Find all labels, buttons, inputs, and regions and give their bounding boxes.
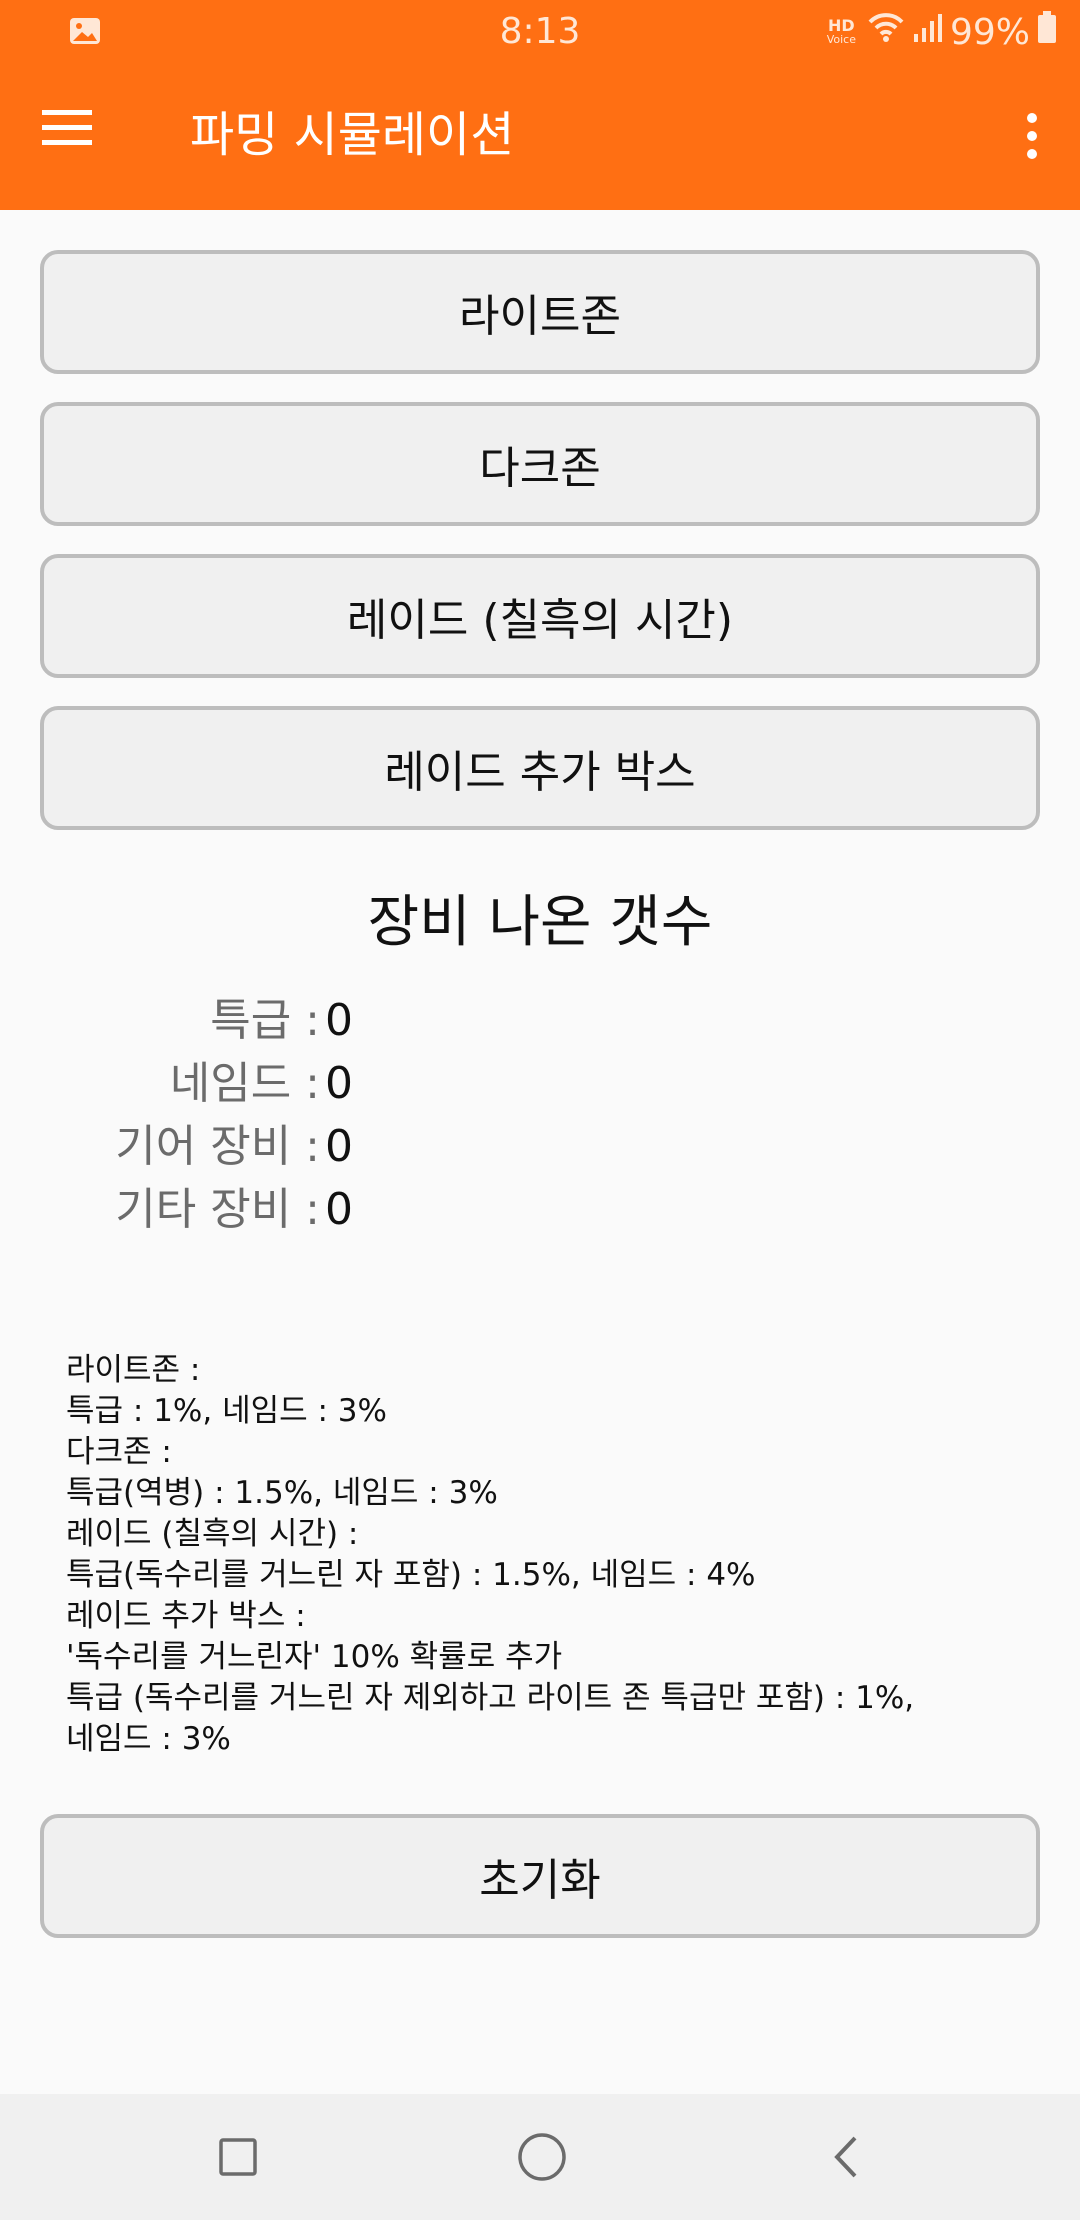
reset-button[interactable]: 초기화 xyxy=(40,1814,1040,1938)
recent-apps-icon xyxy=(219,2138,257,2176)
count-label: 네임드 : xyxy=(169,1058,320,1109)
info-line: 네임드 : 3% xyxy=(66,1721,231,1757)
count-row-gear: 기어 장비 : 0 xyxy=(0,1116,1080,1178)
raid-button[interactable]: 레이드 (칠흑의 시간) xyxy=(40,554,1040,678)
wifi-icon xyxy=(866,10,906,55)
count-value: 0 xyxy=(325,1058,353,1109)
signal-icon xyxy=(912,11,944,55)
count-row-exotic: 특급 : 0 xyxy=(0,990,1080,1052)
info-line: 레이드 추가 박스 : xyxy=(66,1598,306,1634)
back-icon xyxy=(834,2136,857,2178)
more-vertical-icon xyxy=(1027,113,1037,159)
dark-zone-button[interactable]: 다크존 xyxy=(40,402,1040,526)
info-line: 특급 (독수리를 거느린 자 제외하고 라이트 존 특급만 포함) : 1%, xyxy=(66,1680,915,1716)
system-nav-bar xyxy=(0,2094,1080,2220)
overflow-menu-button[interactable] xyxy=(1012,108,1052,164)
info-line: '독수리를 거느린자' 10% 확률로 추가 xyxy=(66,1639,563,1675)
raid-extra-box-button[interactable]: 레이드 추가 박스 xyxy=(40,706,1040,830)
count-value: 0 xyxy=(325,1184,353,1235)
home-icon xyxy=(518,2133,566,2181)
hd-voice-icon: HD Voice xyxy=(826,15,856,47)
back-button[interactable] xyxy=(806,2122,886,2192)
menu-button[interactable] xyxy=(40,108,104,158)
recent-apps-button[interactable] xyxy=(198,2122,278,2192)
light-zone-button[interactable]: 라이트존 xyxy=(40,250,1040,374)
hd-label: HD xyxy=(828,15,855,35)
count-row-named: 네임드 : 0 xyxy=(0,1053,1080,1115)
count-label: 특급 : xyxy=(210,995,320,1046)
voice-label: Voice xyxy=(826,32,856,46)
count-label: 기타 장비 : xyxy=(115,1184,320,1235)
info-line: 특급(역병) : 1.5%, 네임드 : 3% xyxy=(66,1475,498,1511)
info-line: 레이드 (칠흑의 시간) : xyxy=(66,1516,359,1552)
info-line: 특급 : 1%, 네임드 : 3% xyxy=(66,1393,387,1429)
info-line: 특급(독수리를 거느린 자 포함) : 1.5%, 네임드 : 4% xyxy=(66,1557,756,1593)
count-value: 0 xyxy=(325,995,353,1046)
app-bar: 8:13 HD Voice 99% 파밍 시뮬레이션 xyxy=(0,0,1080,210)
drop-rate-info: 라이트존 : 특급 : 1%, 네임드 : 3% 다크존 : 특급(역병) : … xyxy=(66,1350,1046,1760)
equipment-count-title: 장비 나온 갯수 xyxy=(367,890,713,955)
page-title: 파밍 시뮬레이션 xyxy=(190,107,515,163)
status-indicators: HD Voice 99% xyxy=(827,10,1058,55)
info-line: 다크존 : xyxy=(66,1434,172,1470)
home-button[interactable] xyxy=(502,2122,582,2192)
battery-icon xyxy=(1036,10,1058,55)
battery-percent: 99% xyxy=(949,11,1030,53)
count-value: 0 xyxy=(325,1121,353,1172)
hamburger-icon xyxy=(42,110,92,145)
info-line: 라이트존 : xyxy=(66,1352,201,1388)
count-label: 기어 장비 : xyxy=(115,1121,320,1172)
count-row-other: 기타 장비 : 0 xyxy=(0,1179,1080,1241)
